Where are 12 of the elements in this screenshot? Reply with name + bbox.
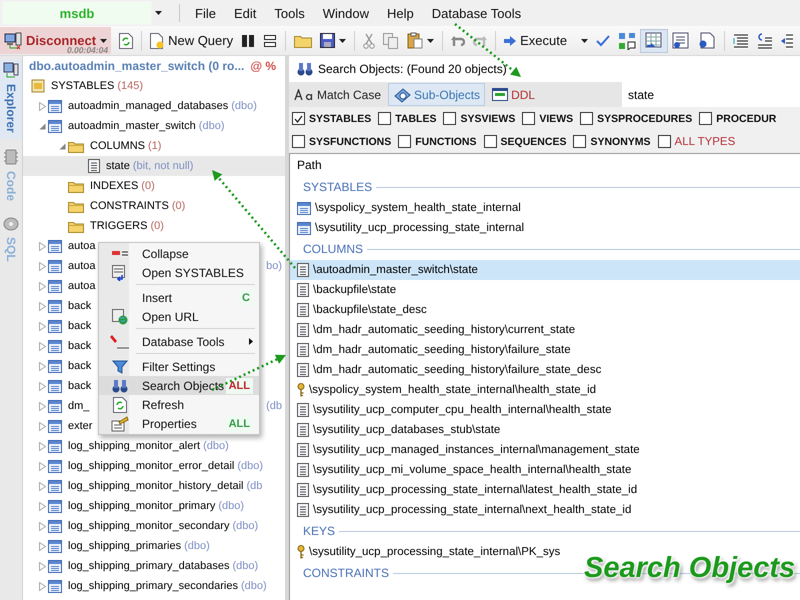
shortcut-badge: ALL [226,378,253,394]
connection-timer: 0.00:04:04 [66,45,108,55]
panel-title: dbo.autoadmin_master_switch (0 ro... [29,59,244,73]
group-heading: COLUMNS [303,242,364,256]
shortcut-badge: ALL [226,416,253,432]
group-heading: CONSTRAINTS [303,566,390,580]
panel-title: Search Objects: (Found 20 objects) [318,62,507,76]
group-heading: KEYS [303,524,336,538]
shortcut-badge: C [239,290,253,306]
group-heading: SYSTABLES [303,180,372,194]
feature-caption: Search Objects [584,552,796,584]
column-header: Path [296,157,323,174]
